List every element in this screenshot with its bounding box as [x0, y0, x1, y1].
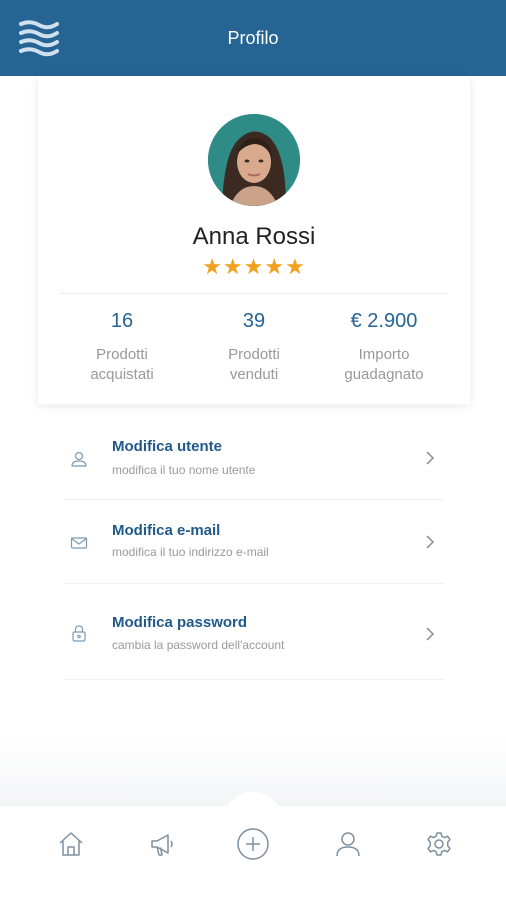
stat-label-line: venduti	[229, 366, 279, 383]
stat-label-line: acquistati	[90, 366, 154, 383]
stat-value: € 2.900	[350, 310, 418, 332]
rating-stars: ★★★★★	[202, 254, 306, 279]
stat-earned: € 2.900 Importo guadagnato	[314, 310, 454, 385]
stat-label-line: Prodotti	[96, 346, 148, 363]
stat-label-line: Importo	[358, 346, 410, 363]
menu-item-subtitle: cambia la password dell'account	[112, 638, 285, 652]
settings-icon	[427, 832, 451, 856]
nav-add-button[interactable]	[231, 822, 275, 866]
stat-value: 16	[110, 310, 134, 332]
nav-profile-button[interactable]	[326, 822, 370, 866]
divider	[64, 679, 444, 680]
menu-item-edit-email[interactable]: Modifica e-mail modifica il tuo indirizz…	[64, 500, 444, 584]
profile-icon	[336, 832, 360, 857]
stat-label-line: Prodotti	[228, 346, 280, 363]
stat-label: Importo guadagnato	[314, 345, 454, 385]
menu-item-edit-password[interactable]: Modifica password cambia la password del…	[64, 584, 444, 680]
avatar[interactable]	[208, 114, 300, 206]
stat-value: 39	[242, 310, 266, 332]
chevron-right-icon	[426, 451, 435, 465]
menu-item-subtitle: modifica il tuo nome utente	[112, 463, 256, 477]
nav-home-button[interactable]	[49, 822, 93, 866]
profile-name: Anna Rossi	[192, 223, 316, 250]
nav-announcements-button[interactable]	[140, 822, 184, 866]
chevron-right-icon	[426, 627, 435, 641]
stat-label: Prodotti acquistati	[52, 345, 192, 385]
menu-item-title: Modifica password	[112, 614, 248, 631]
envelope-icon	[70, 537, 88, 549]
app-header: Profilo	[0, 0, 506, 76]
stat-label: Prodotti venduti	[184, 345, 324, 385]
add-circle-icon	[237, 828, 269, 860]
menu-item-edit-user[interactable]: Modifica utente modifica il tuo nome ute…	[64, 416, 444, 500]
megaphone-icon	[151, 834, 173, 856]
menu-item-title: Modifica utente	[112, 438, 223, 455]
divider	[60, 293, 448, 294]
profile-card: Anna Rossi ★★★★★ 16 Prodotti acquistati …	[38, 76, 470, 404]
stat-sold: 39 Prodotti venduti	[184, 310, 324, 385]
menu-item-subtitle: modifica il tuo indirizzo e-mail	[112, 545, 269, 559]
home-icon	[59, 832, 83, 856]
user-icon	[71, 451, 87, 467]
bottom-navigation	[0, 806, 506, 900]
stat-purchased: 16 Prodotti acquistati	[52, 310, 192, 385]
lock-icon	[72, 625, 86, 642]
nav-settings-button[interactable]	[417, 822, 461, 866]
stat-label-line: guadagnato	[344, 366, 424, 383]
chevron-right-icon	[426, 535, 435, 549]
page-title: Profilo	[227, 28, 279, 48]
menu-item-title: Modifica e-mail	[112, 522, 221, 539]
